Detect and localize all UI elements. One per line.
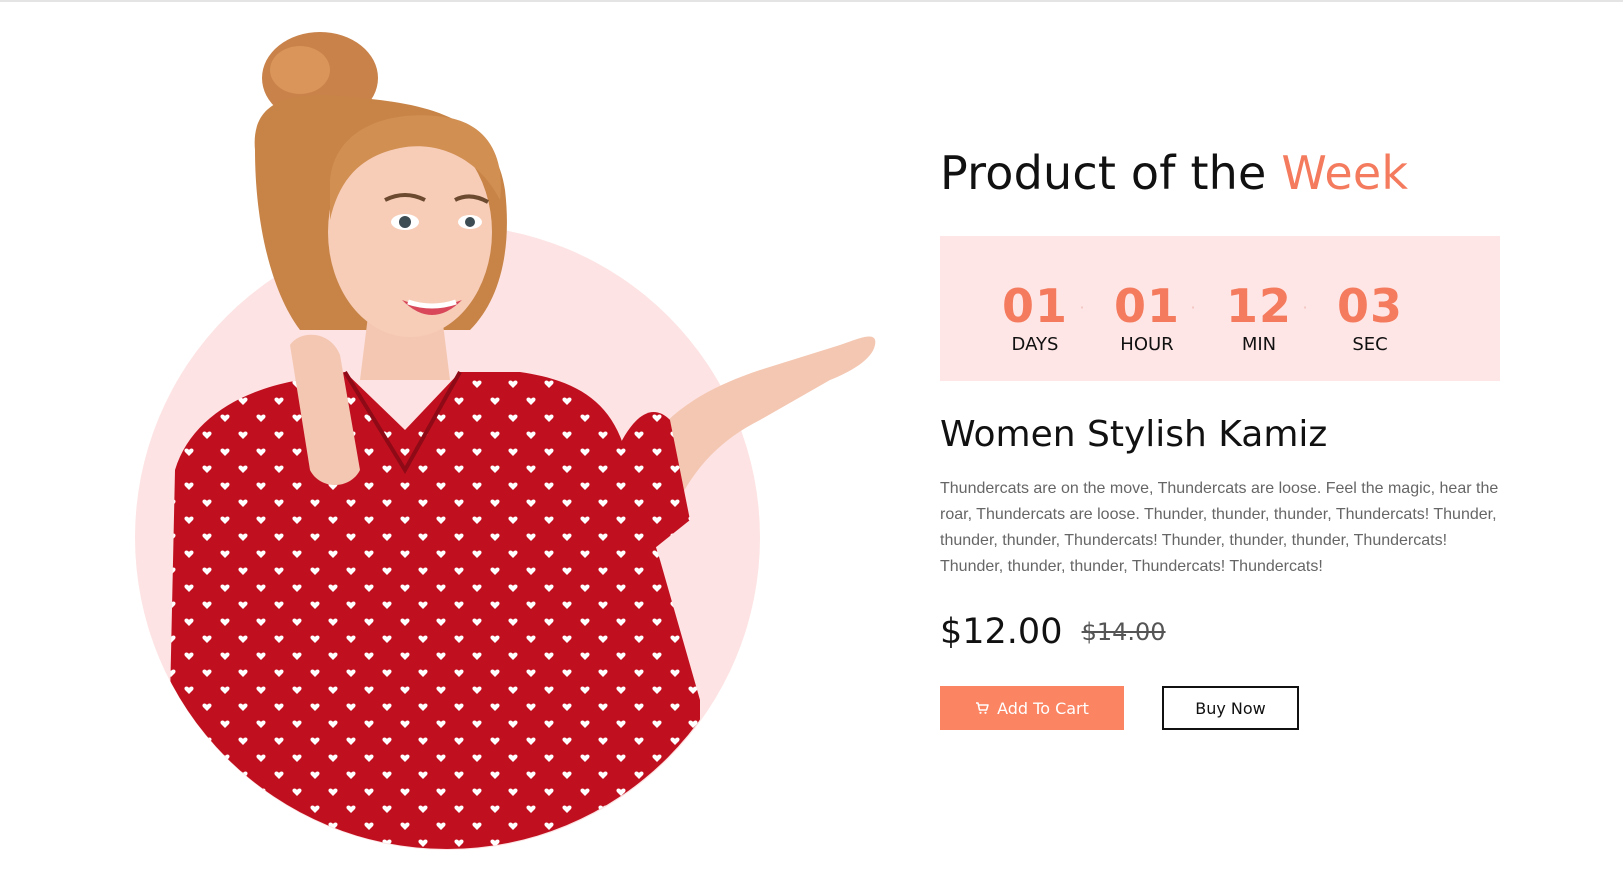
original-price: $14.00 xyxy=(1081,618,1166,646)
countdown-value: 01 xyxy=(1001,279,1068,333)
section-heading: Product of the Week xyxy=(940,146,1408,200)
product-description: Thundercats are on the move, Thundercats… xyxy=(940,480,1499,575)
buy-now-button[interactable]: Buy Now xyxy=(1162,686,1299,730)
buy-now-label: Buy Now xyxy=(1195,698,1266,718)
add-to-cart-label: Add To Cart xyxy=(997,698,1089,718)
countdown-min: 12 MIN xyxy=(1211,282,1307,355)
product-name: Women Stylish Kamiz xyxy=(940,414,1328,455)
countdown-label: SEC xyxy=(1352,334,1388,355)
add-to-cart-button[interactable]: Add To Cart xyxy=(940,686,1124,730)
heading-main-text: Product of the xyxy=(940,146,1267,200)
heading-accent-text: Week xyxy=(1281,146,1409,200)
countdown-value: 03 xyxy=(1336,279,1403,333)
countdown-separator: · xyxy=(1190,298,1196,317)
countdown-separator: · xyxy=(1079,298,1085,317)
price-row: $12.00 $14.00 xyxy=(940,612,1166,652)
countdown-days: 01 DAYS xyxy=(987,282,1083,355)
countdown-value: 12 xyxy=(1225,279,1292,333)
countdown-sec: 03 SEC xyxy=(1322,282,1418,355)
countdown-separator: · xyxy=(1302,298,1308,317)
current-price: $12.00 xyxy=(940,612,1063,652)
model-image xyxy=(160,32,876,849)
countdown-label: MIN xyxy=(1241,334,1277,355)
countdown-label: DAYS xyxy=(1011,334,1059,355)
countdown-timer: 01 DAYS · 01 HOUR · 12 MIN · 03 SEC xyxy=(940,236,1500,381)
product-info-panel: Product of the Week 01 DAYS · 01 HOUR · … xyxy=(940,0,1560,875)
countdown-label: HOUR xyxy=(1120,334,1174,355)
hero-visual xyxy=(0,0,900,875)
countdown-value: 01 xyxy=(1113,279,1180,333)
countdown-hour: 01 HOUR xyxy=(1099,282,1195,355)
cart-icon xyxy=(975,701,989,715)
